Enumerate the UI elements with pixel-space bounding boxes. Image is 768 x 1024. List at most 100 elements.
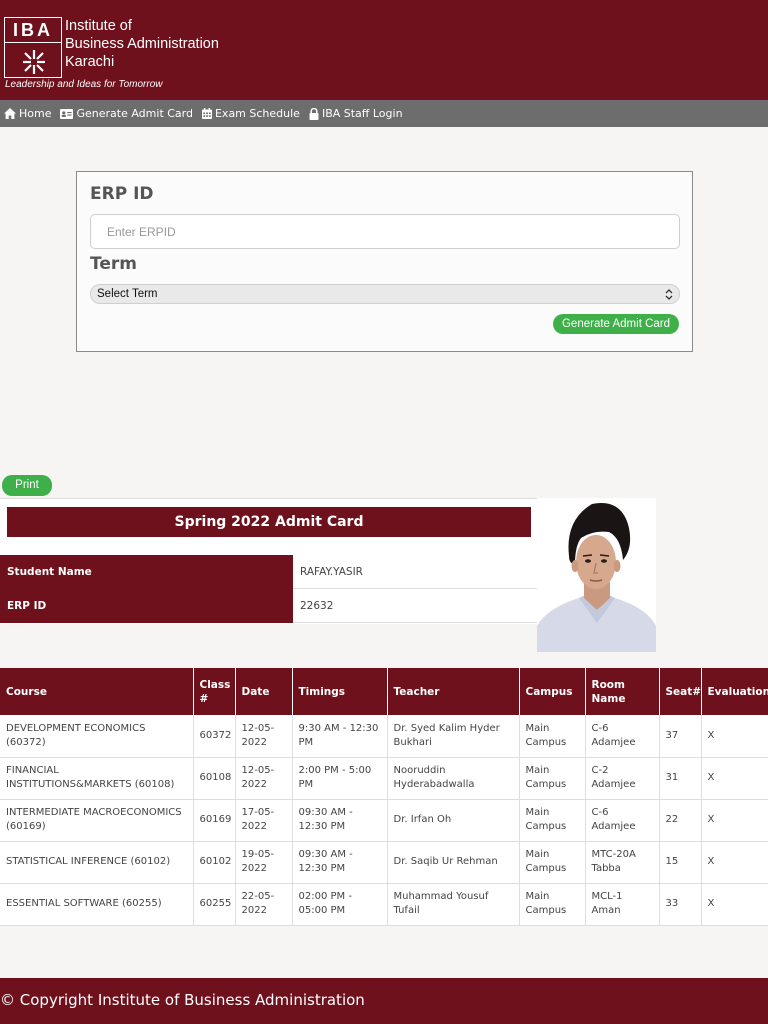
- tagline: Leadership and Ideas for Tomorrow: [5, 79, 163, 90]
- iba-logo[interactable]: IBA: [4, 17, 62, 78]
- cell-course: STATISTICAL INFERENCE (60102): [0, 841, 194, 884]
- cell-teacher: Dr. Irfan Oh: [387, 799, 520, 842]
- table-row: FINANCIAL INSTITUTIONS&MARKETS (60108) 6…: [0, 757, 768, 800]
- cell-timings: 09:30 AM - 12:30 PM: [292, 799, 388, 842]
- nav-exam-schedule-label: Exam Schedule: [214, 107, 300, 120]
- cell-seat: 37: [659, 715, 702, 758]
- course-schedule-table: Course Class # Date Timings Teacher Camp…: [0, 668, 768, 926]
- cell-evaluation: X: [701, 883, 768, 926]
- col-campus: Campus: [519, 668, 586, 715]
- id-card-icon: [60, 108, 74, 119]
- term-label: Term: [90, 254, 137, 274]
- erp-id-value: 22632: [300, 600, 334, 612]
- cell-seat: 31: [659, 757, 702, 800]
- cell-date: 12-05-2022: [235, 757, 293, 800]
- cell-evaluation: X: [701, 841, 768, 884]
- cell-class: 60372: [193, 715, 236, 758]
- cell-room: C-2 Adamjee: [585, 757, 660, 800]
- cell-course: ESSENTIAL SOFTWARE (60255): [0, 883, 194, 926]
- cell-timings: 02:00 PM - 05:00 PM: [292, 883, 388, 926]
- col-evaluation: Evaluation: [701, 668, 768, 715]
- select-chevron-icon: [665, 289, 673, 300]
- lock-icon: [309, 107, 319, 120]
- cell-campus: Main Campus: [519, 799, 586, 842]
- cell-class: 60169: [193, 799, 236, 842]
- erp-id-label: ERP ID: [90, 184, 154, 204]
- table-row: STATISTICAL INFERENCE (60102) 60102 19-0…: [0, 841, 768, 884]
- logo-mark-icon: [23, 50, 45, 74]
- cell-date: 19-05-2022: [235, 841, 293, 884]
- cell-campus: Main Campus: [519, 841, 586, 884]
- generate-admit-card-button[interactable]: Generate Admit Card: [553, 314, 679, 334]
- calendar-icon: [201, 108, 212, 119]
- cell-seat: 22: [659, 799, 702, 842]
- logo-text: IBA: [5, 18, 61, 43]
- print-button[interactable]: Print: [2, 475, 52, 496]
- copyright-text: © Copyright Institute of Business Admini…: [0, 991, 365, 1009]
- site-footer: © Copyright Institute of Business Admini…: [0, 978, 768, 1024]
- term-selected-value: Select Term: [97, 288, 158, 300]
- institute-name: Institute of Business Administration Kar…: [65, 17, 219, 71]
- nav-staff-login-label: IBA Staff Login: [321, 107, 403, 120]
- cell-timings: 2:00 PM - 5:00 PM: [292, 757, 388, 800]
- cell-class: 60108: [193, 757, 236, 800]
- col-teacher: Teacher: [387, 668, 520, 715]
- cell-seat: 15: [659, 841, 702, 884]
- student-name-label: Student Name: [0, 555, 293, 589]
- col-room-name: Room Name: [585, 668, 660, 715]
- table-header-row: Course Class # Date Timings Teacher Camp…: [0, 668, 768, 715]
- student-name-row: Student Name RAFAY.YASIR: [0, 555, 537, 589]
- cell-course: INTERMEDIATE MACROECONOMICS (60169): [0, 799, 194, 842]
- student-name-value: RAFAY.YASIR: [300, 566, 363, 578]
- cell-room: MCL-1 Aman: [585, 883, 660, 926]
- col-course: Course: [0, 668, 194, 715]
- cell-date: 17-05-2022: [235, 799, 293, 842]
- cell-teacher: Dr. Syed Kalim Hyder Bukhari: [387, 715, 520, 758]
- cell-teacher: Nooruddin Hyderabadwalla: [387, 757, 520, 800]
- nav-home[interactable]: Home: [4, 107, 51, 120]
- cell-timings: 09:30 AM - 12:30 PM: [292, 841, 388, 884]
- cell-room: C-6 Adamjee: [585, 715, 660, 758]
- nav-generate-admit-card[interactable]: Generate Admit Card: [60, 107, 193, 120]
- main-nav: Home Generate Admit Card Exam Schedule I…: [0, 100, 768, 127]
- cell-date: 12-05-2022: [235, 715, 293, 758]
- nav-home-label: Home: [19, 107, 52, 120]
- cell-campus: Main Campus: [519, 883, 586, 926]
- erp-id-row: ERP ID 22632: [0, 589, 537, 623]
- student-photo: [537, 498, 656, 652]
- admit-card: Spring 2022 Admit Card Student Name RAFA…: [0, 498, 537, 624]
- cell-room: C-6 Adamjee: [585, 799, 660, 842]
- cell-date: 22-05-2022: [235, 883, 293, 926]
- cell-evaluation: X: [701, 715, 768, 758]
- col-seat: Seat#: [659, 668, 702, 715]
- col-timings: Timings: [292, 668, 388, 715]
- institute-line-2: Business Administration: [65, 36, 219, 52]
- institute-line-3: Karachi: [65, 54, 115, 70]
- cell-campus: Main Campus: [519, 757, 586, 800]
- col-date: Date: [235, 668, 293, 715]
- cell-seat: 33: [659, 883, 702, 926]
- cell-room: MTC-20A Tabba: [585, 841, 660, 884]
- institute-line-1: Institute of: [65, 18, 132, 34]
- cell-class: 60102: [193, 841, 236, 884]
- admit-card-form: ERP ID Term Select Term Generate Admit C…: [76, 171, 693, 352]
- table-row: ESSENTIAL SOFTWARE (60255) 60255 22-05-2…: [0, 883, 768, 926]
- cell-timings: 9:30 AM - 12:30 PM: [292, 715, 388, 758]
- table-row: INTERMEDIATE MACROECONOMICS (60169) 6016…: [0, 799, 768, 842]
- cell-evaluation: X: [701, 757, 768, 800]
- nav-generate-admit-card-label: Generate Admit Card: [76, 107, 193, 120]
- erp-id-row-label: ERP ID: [0, 589, 293, 623]
- col-class: Class #: [193, 668, 236, 715]
- cell-class: 60255: [193, 883, 236, 926]
- nav-exam-schedule[interactable]: Exam Schedule: [201, 107, 300, 120]
- cell-campus: Main Campus: [519, 715, 586, 758]
- term-select[interactable]: Select Term: [90, 284, 680, 304]
- table-row: DEVELOPMENT ECONOMICS (60372) 60372 12-0…: [0, 715, 768, 758]
- site-header: IBA Institute of Business Administration…: [0, 0, 768, 100]
- cell-course: DEVELOPMENT ECONOMICS (60372): [0, 715, 194, 758]
- erp-id-input[interactable]: [90, 214, 680, 249]
- cell-evaluation: X: [701, 799, 768, 842]
- cell-course: FINANCIAL INSTITUTIONS&MARKETS (60108): [0, 757, 194, 800]
- admit-card-title: Spring 2022 Admit Card: [7, 507, 531, 537]
- nav-staff-login[interactable]: IBA Staff Login: [309, 107, 403, 120]
